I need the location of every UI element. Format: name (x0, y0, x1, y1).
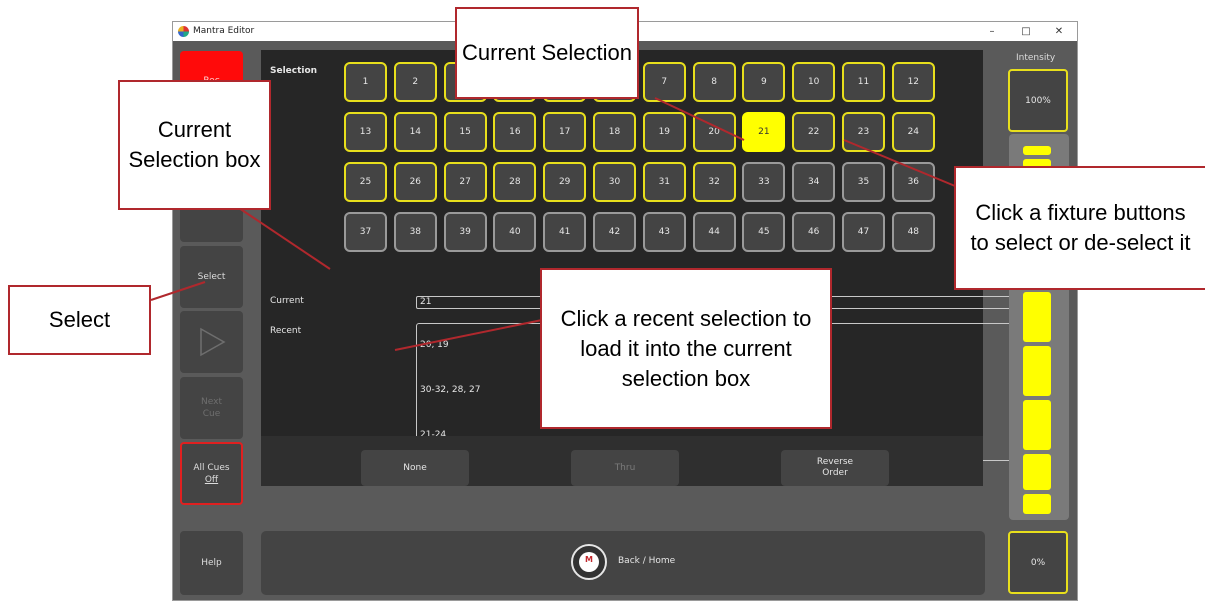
fixture-button-25[interactable]: 25 (344, 162, 387, 202)
recent-label: Recent (270, 326, 302, 336)
play-icon (199, 327, 226, 357)
intensity-full-button[interactable]: 100% (1008, 69, 1068, 132)
thru-label: Thru (614, 462, 636, 473)
next-cue-button[interactable]: Next Cue (180, 377, 243, 439)
fixture-button-2[interactable]: 2 (393, 62, 437, 102)
fixture-button-23[interactable]: 23 (842, 112, 885, 152)
intensity-bottom-value: 0% (1030, 557, 1046, 568)
slider-segment (1023, 494, 1051, 514)
selection-label: Selection (270, 66, 318, 76)
fixture-button-18[interactable]: 18 (593, 112, 636, 152)
recent-item[interactable]: 20, 19 (420, 340, 449, 350)
fixture-button-8[interactable]: 8 (692, 62, 736, 102)
fixture-button-27[interactable]: 27 (443, 162, 487, 202)
callout-current-selection: Current Selection (455, 7, 639, 99)
fixture-button-42[interactable]: 42 (593, 212, 636, 252)
fixture-button-9[interactable]: 9 (742, 62, 786, 102)
fixture-button-22[interactable]: 22 (792, 112, 836, 152)
fixture-button-14[interactable]: 14 (393, 112, 437, 152)
select-button[interactable]: Select (180, 246, 243, 308)
fixture-button-44[interactable]: 44 (692, 212, 736, 252)
screenshot-stage: { "window": { "title": "Mantra Editor", … (0, 0, 1205, 601)
fixture-button-46[interactable]: 46 (792, 212, 836, 252)
callout-click-fixture: Click a fixture buttons to select or de-… (954, 166, 1205, 290)
fixture-button-38[interactable]: 38 (393, 212, 437, 252)
fixture-button-41[interactable]: 41 (543, 212, 587, 252)
fixture-button-43[interactable]: 43 (642, 212, 686, 252)
back-home-button[interactable]: M Back / Home (261, 531, 985, 595)
mantra-home-icon: M (571, 544, 607, 580)
callout-current-selection-box: Current Selection box (118, 80, 271, 210)
fixture-button-37[interactable]: 37 (344, 212, 387, 252)
fixture-button-34[interactable]: 34 (792, 162, 836, 202)
slider-segment (1023, 292, 1051, 342)
fixture-button-33[interactable]: 33 (742, 162, 786, 202)
slider-segment (1023, 400, 1051, 450)
fixture-button-12[interactable]: 12 (891, 62, 935, 102)
callout-click-recent: Click a recent selection to load it into… (540, 268, 832, 429)
reverse-order-button[interactable]: Reverse Order (781, 450, 889, 486)
recent-item[interactable]: 30-32, 28, 27 (420, 385, 481, 395)
reverse-order-label-2: Order (822, 468, 848, 478)
callout-select: Select (8, 285, 151, 355)
window-title: Mantra Editor (193, 26, 255, 36)
all-cues-off-label-1: All Cues (193, 462, 230, 473)
fixture-button-39[interactable]: 39 (443, 212, 487, 252)
fixture-button-29[interactable]: 29 (543, 162, 587, 202)
fixture-button-11[interactable]: 11 (842, 62, 885, 102)
fixture-button-16[interactable]: 16 (493, 112, 537, 152)
slider-segment (1023, 146, 1051, 155)
fixture-button-17[interactable]: 17 (543, 112, 587, 152)
maximize-button[interactable]: □ (1015, 24, 1037, 39)
all-cues-off-button[interactable]: All Cues Off (180, 442, 243, 505)
mantra-logo-icon (178, 26, 189, 37)
slider-segment (1023, 454, 1051, 490)
fixture-button-7[interactable]: 7 (642, 62, 686, 102)
fixture-button-19[interactable]: 19 (642, 112, 686, 152)
select-label: Select (197, 272, 226, 282)
fixture-button-45[interactable]: 45 (742, 212, 786, 252)
intensity-top-value: 100% (1025, 95, 1051, 106)
close-button[interactable]: ✕ (1048, 24, 1070, 39)
fixture-button-21[interactable]: 21 (742, 112, 786, 152)
play-button[interactable] (180, 311, 243, 373)
fixture-button-15[interactable]: 15 (443, 112, 487, 152)
fixture-button-1[interactable]: 1 (344, 62, 387, 102)
intensity-label: Intensity (1016, 53, 1056, 63)
fixture-button-13[interactable]: 13 (344, 112, 387, 152)
intensity-zero-button[interactable]: 0% (1008, 531, 1068, 594)
fixture-button-28[interactable]: 28 (493, 162, 537, 202)
back-home-label: Back / Home (618, 556, 676, 566)
all-cues-off-label-2: Off (204, 474, 219, 485)
fixture-button-40[interactable]: 40 (493, 212, 537, 252)
next-cue-label-2: Cue (202, 409, 221, 419)
fixture-button-30[interactable]: 30 (593, 162, 636, 202)
current-label: Current (270, 296, 304, 306)
fixture-button-24[interactable]: 24 (891, 112, 935, 152)
fixture-button-31[interactable]: 31 (642, 162, 686, 202)
fixture-button-26[interactable]: 26 (393, 162, 437, 202)
slider-segment (1023, 346, 1051, 396)
reverse-order-label-1: Reverse (816, 457, 854, 467)
none-button[interactable]: None (361, 450, 469, 486)
help-label: Help (201, 558, 222, 568)
thru-button[interactable]: Thru (571, 450, 679, 486)
none-label: None (403, 462, 427, 473)
fixture-button-32[interactable]: 32 (692, 162, 736, 202)
fixture-button-48[interactable]: 48 (891, 212, 935, 252)
fixture-button-20[interactable]: 20 (692, 112, 736, 152)
help-button[interactable]: Help (180, 531, 243, 595)
fixture-button-10[interactable]: 10 (792, 62, 836, 102)
minimize-button[interactable]: – (981, 24, 1003, 39)
next-cue-label-1: Next (201, 397, 222, 407)
fixture-button-36[interactable]: 36 (891, 162, 935, 202)
fixture-button-47[interactable]: 47 (842, 212, 885, 252)
home-logo-letter: M (585, 555, 593, 564)
fixture-button-35[interactable]: 35 (842, 162, 885, 202)
